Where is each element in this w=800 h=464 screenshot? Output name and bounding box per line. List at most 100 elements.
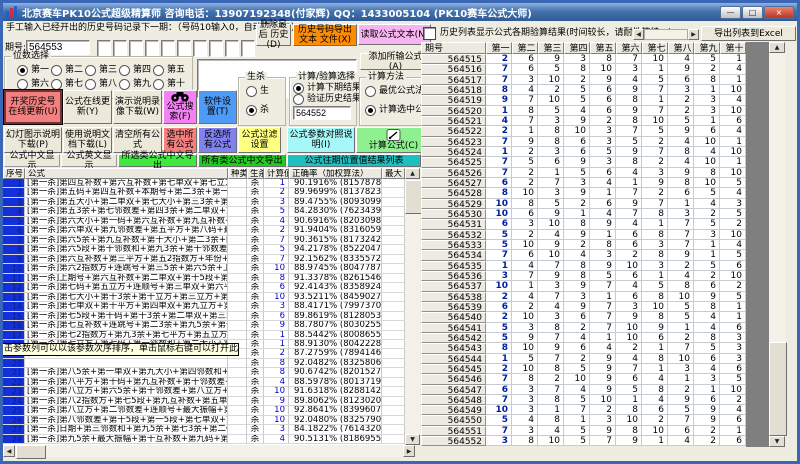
digit-option-2[interactable]: 第二: [51, 63, 85, 77]
history-digit-input[interactable]: [113, 40, 127, 57]
formula-column-header[interactable]: 正确率（加权算法）: [289, 168, 382, 179]
scroll-track[interactable]: [15, 445, 403, 457]
history-column-header[interactable]: 第五: [590, 42, 616, 54]
history-row[interactable]: 56452018546972310: [421, 106, 746, 116]
history-row[interactable]: 56455173459810621: [421, 426, 746, 436]
history-column-header[interactable]: 第四: [564, 42, 590, 54]
history-column-header[interactable]: 第十: [720, 42, 746, 54]
history-row[interactable]: 56454521085971346: [421, 364, 746, 374]
history-row[interactable]: 56452672156439810: [421, 168, 746, 178]
slides-download-button[interactable]: 幻灯图示说明下载(P): [4, 127, 62, 153]
formula-row[interactable]: 1[第一杀]第四互补数+第六互补数+第七单双+第七立方+第五杀190.1916%…: [3, 179, 405, 188]
formula-row[interactable]: 5[第一杀]第六大小+第一码+第六互补数+第九互补数+第四码杀490.6916%…: [3, 217, 405, 226]
formula-row[interactable]: 6[第一杀]第六单双+第九邻数差+第五平方+第八码+最大振幅杀291.9404%…: [3, 226, 405, 235]
history-digit-input[interactable]: [209, 40, 223, 57]
method-option-best[interactable]: 最优公式法: [365, 86, 424, 97]
history-row[interactable]: 56454678210964135: [421, 374, 746, 384]
formula-row[interactable]: 25[第一杀]第八立方+第二邻数差+连顺号+最大振幅+第三2指数杀1092.86…: [3, 406, 405, 415]
history-digit-input[interactable]: [177, 40, 191, 57]
history-digit-input[interactable]: [129, 40, 143, 57]
history-row[interactable]: 56454381096421753: [421, 343, 746, 353]
history-row[interactable]: 56452881039172654: [421, 188, 746, 198]
formula-column-header[interactable]: 最大: [382, 168, 405, 179]
history-row[interactable]: 56451526938710451: [421, 54, 746, 64]
export-selected-chinese-button[interactable]: 所选类公式中文导出: [118, 154, 197, 167]
history-digit-input[interactable]: [241, 40, 255, 57]
formula-table-hscrollbar[interactable]: ◀ ▶: [3, 445, 415, 457]
history-table-vscrollbar[interactable]: ▲ ▼: [769, 42, 785, 447]
label-scroll-right-icon[interactable]: ▶: [688, 29, 699, 40]
history-row[interactable]: 56454763749582110: [421, 385, 746, 395]
history-row[interactable]: 56454910317286594: [421, 405, 746, 415]
scroll-right-icon[interactable]: ▶: [403, 445, 415, 457]
formula-row[interactable]: 12[第一杀]第七码+第五立方+连顺号+第三单双+第六平方+第十杀692.414…: [3, 283, 405, 292]
history-row[interactable]: 56454259741106283: [421, 333, 746, 343]
formula-row[interactable]: 3[第一杀]第五大小+第二单双+第七大小+第三3余+第一单双+杀389.4755…: [3, 198, 405, 207]
calculate-formula-button[interactable]: 计算公式(C): [356, 127, 431, 153]
formula-column-header[interactable]: 计算值: [264, 168, 289, 179]
formula-row[interactable]: 14[第一杀]第七单双+第十平方+第四单双+第九立方+第四单双杀388.4171…: [3, 302, 405, 311]
digit-option-10[interactable]: 第十: [153, 77, 187, 91]
history-row[interactable]: 56453710139745862: [421, 281, 746, 291]
manual-download-button[interactable]: 使用说明文档下载(L): [63, 127, 112, 153]
show-verify-checkbox[interactable]: [423, 27, 436, 40]
update-history-online-button[interactable]: 开奖历史号在线更新(U): [4, 90, 62, 124]
history-column-header[interactable]: 期号: [421, 42, 486, 54]
digit-option-5[interactable]: 第五: [153, 63, 187, 77]
history-row[interactable]: 56453163108941752: [421, 219, 746, 229]
invert-selection-button[interactable]: 反选所有公式: [198, 127, 237, 153]
history-row[interactable]: 56453252491687310: [421, 230, 746, 240]
digit-option-1[interactable]: 第一: [17, 63, 51, 77]
history-row[interactable]: 56453010691478325: [421, 209, 746, 219]
scroll-left-icon[interactable]: ◀: [3, 445, 15, 457]
history-digit-input[interactable]: [161, 40, 175, 57]
formula-row[interactable]: 2[第一杀]第五码+第四互补数+本期号+第二3余+第一5余+第十杀289.969…: [3, 188, 405, 197]
history-row[interactable]: 56451773102945681: [421, 75, 746, 85]
english-display-button[interactable]: 公式英文显示: [61, 154, 117, 167]
history-digit-input[interactable]: [193, 40, 207, 57]
param-reference-button[interactable]: 公式参数对照说明(I): [287, 127, 355, 153]
history-row[interactable]: 56455054813102796: [421, 415, 746, 425]
export-history-file-button[interactable]: 历史号码导出文本 文件(X): [293, 24, 357, 46]
history-row[interactable]: 56454153827109146: [421, 323, 746, 333]
history-row[interactable]: 56452147392810516: [421, 116, 746, 126]
close-button[interactable]: ×: [764, 6, 794, 19]
formula-row[interactable]: 11[第一杀]上期号+第六互补数+第二单双+第十5段+第八码+第杀891.337…: [3, 274, 405, 283]
formula-row[interactable]: 27[第一杀]日期+第三邻数和+第九5余+第七3余+第二码+第七5杀384.18…: [3, 425, 405, 434]
formula-row[interactable]: 7[第一杀]第六5余+第九互补数+第十大小+第二3余+同上期数杀790.3615…: [3, 236, 405, 245]
calc-option-verify[interactable]: 验证历史结果: [293, 94, 361, 105]
history-row[interactable]: 56454415729481063: [421, 354, 746, 364]
scroll-up-icon[interactable]: ▲: [769, 42, 785, 53]
label-scroll-track[interactable]: [644, 29, 688, 40]
formula-row[interactable]: 24[第一杀]第八2指数方+第七5段+第九互补数+第五单双+第八杀989.806…: [3, 397, 405, 406]
history-row[interactable]: 56453962497310581: [421, 302, 746, 312]
digit-option-3[interactable]: 第三: [85, 63, 119, 77]
update-formula-online-button[interactable]: 公式在线更新(Y): [63, 90, 112, 124]
formula-column-header[interactable]: 生杀: [247, 168, 264, 179]
formula-row[interactable]: 16[第一杀]第七互补数+连跳号+第二3余+第九5余+第七2指数方杀988.78…: [3, 321, 405, 330]
history-row[interactable]: 56452575693824101: [421, 157, 746, 167]
history-row[interactable]: 56453351092863714: [421, 240, 746, 250]
formula-row[interactable]: 10[第一杀]第六2指数方+连跳号+第三5余+第六5余+上期号+第杀1088.9…: [3, 264, 405, 273]
history-column-header[interactable]: 第九: [694, 42, 720, 54]
history-digit-input[interactable]: [145, 40, 159, 57]
history-column-header[interactable]: 第八: [668, 42, 694, 54]
formula-column-header[interactable]: 序号: [3, 168, 25, 179]
history-row[interactable]: 56451884256973110: [421, 85, 746, 95]
select-all-formulas-button[interactable]: 选中所有公式: [163, 127, 197, 153]
history-row[interactable]: 56454021036798541: [421, 312, 746, 322]
formula-row[interactable]: 21[第一杀]第八5余+第一单双+第九大小+第四邻数和+第一邻数杀890.674…: [3, 368, 405, 377]
scroll-down-icon[interactable]: ▼: [769, 436, 785, 447]
export-all-chinese-button[interactable]: 所有类公式中文导出: [198, 154, 286, 167]
label-scroll-left-icon[interactable]: ◀: [633, 29, 644, 40]
formula-row[interactable]: 9[第一杀]第六互补数+第三平方+第五2指数方+年份+第四大小杀792.1562…: [3, 255, 405, 264]
digit-option-7[interactable]: 第七: [51, 77, 85, 91]
formula-search-button[interactable]: 公式搜索(F): [163, 90, 197, 124]
formula-row[interactable]: 17[第一杀]第七2指数方+第九3余+第七平方+第五立方+本期号杀188.544…: [3, 331, 405, 340]
digit-option-6[interactable]: 第六: [17, 77, 51, 91]
delete-last-history-button[interactable]: 删除最后 历史(D): [256, 24, 291, 46]
history-digit-input[interactable]: [97, 40, 111, 57]
history-row[interactable]: 56452379863524101: [421, 137, 746, 147]
chinese-display-button[interactable]: 公式中文显示: [4, 154, 60, 167]
verify-period-input[interactable]: [293, 106, 351, 120]
